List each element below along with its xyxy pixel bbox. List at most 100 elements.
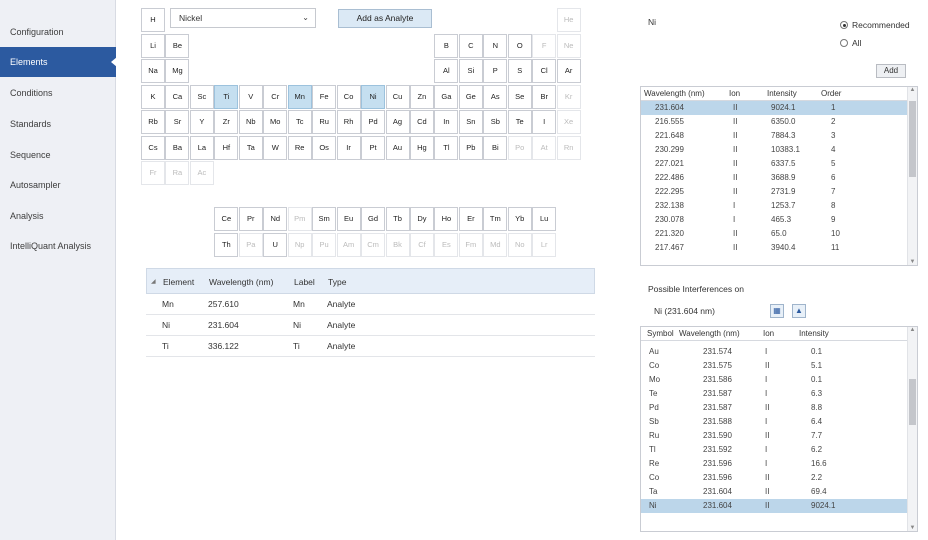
element-cell-sm[interactable]: Sm (312, 207, 337, 231)
element-cell-ag[interactable]: Ag (385, 110, 410, 134)
add-wavelength-button[interactable]: Add (876, 64, 906, 78)
element-cell-re[interactable]: Re (287, 135, 312, 160)
element-cell-co[interactable]: Co (336, 84, 361, 109)
spectrum-view-icon[interactable]: ▲ (792, 304, 806, 318)
element-cell-te[interactable]: Te (507, 110, 532, 134)
element-cell-sr[interactable]: Sr (165, 110, 190, 134)
element-cell-pt[interactable]: Pt (361, 135, 386, 160)
interference-row[interactable]: Pd 231.587 II 8.8 (641, 401, 917, 415)
element-cell-v[interactable]: V (238, 84, 263, 109)
interferences-list-scrollbar[interactable]: ▲ ▼ (907, 327, 917, 531)
column-header-element[interactable]: Element (163, 269, 194, 295)
element-cell-ti[interactable]: Ti (214, 84, 239, 109)
element-cell-se[interactable]: Se (507, 84, 532, 109)
column-header-ion[interactable]: Ion (763, 327, 774, 341)
column-header-ion[interactable]: Ion (729, 87, 740, 101)
table-row[interactable]: Ti 336.122 Ti Analyte (146, 336, 595, 357)
element-cell-c[interactable]: C (458, 33, 483, 58)
wavelength-row[interactable]: 217.467 II 3940.4 11 (641, 241, 917, 255)
table-view-icon[interactable]: ▦ (770, 304, 784, 318)
sidebar-item-autosampler[interactable]: Autosampler (0, 170, 116, 200)
element-cell-i[interactable]: I (532, 110, 557, 134)
element-cell-mn[interactable]: Mn (287, 84, 312, 109)
wavelength-row[interactable]: 216.555 II 6350.0 2 (641, 115, 917, 129)
element-cell-cl[interactable]: Cl (532, 59, 557, 83)
element-cell-cr[interactable]: Cr (263, 84, 288, 109)
column-header-order[interactable]: Order (821, 87, 841, 101)
element-cell-tc[interactable]: Tc (287, 110, 312, 134)
scroll-down-icon[interactable]: ▼ (908, 259, 917, 265)
element-cell-zn[interactable]: Zn (409, 84, 434, 109)
element-cell-s[interactable]: S (507, 59, 532, 83)
element-cell-pd[interactable]: Pd (361, 110, 386, 134)
element-cell-lu[interactable]: Lu (532, 207, 557, 231)
element-cell-nb[interactable]: Nb (238, 110, 263, 134)
element-cell-ge[interactable]: Ge (458, 84, 483, 109)
scroll-thumb[interactable] (909, 379, 916, 425)
column-header-intensity[interactable]: Intensity (767, 87, 797, 101)
column-header-wavelength[interactable]: Wavelength (nm) (679, 327, 740, 341)
column-header-symbol[interactable]: Symbol (647, 327, 674, 341)
element-cell-yb[interactable]: Yb (507, 207, 532, 231)
element-cell-tl[interactable]: Tl (434, 135, 459, 160)
element-cell-ca[interactable]: Ca (165, 84, 190, 109)
column-header-label[interactable]: Label (294, 269, 315, 295)
table-row[interactable]: Mn 257.610 Mn Analyte (146, 294, 595, 315)
element-cell-nd[interactable]: Nd (263, 207, 288, 231)
element-cell-pb[interactable]: Pb (458, 135, 483, 160)
interference-row[interactable]: Sb 231.588 I 6.4 (641, 415, 917, 429)
element-cell-si[interactable]: Si (458, 59, 483, 83)
interference-row[interactable]: Re 231.596 I 16.6 (641, 457, 917, 471)
element-cell-be[interactable]: Be (165, 33, 190, 58)
wavelength-row[interactable]: 222.295 II 2731.9 7 (641, 185, 917, 199)
element-cell-hg[interactable]: Hg (409, 135, 434, 160)
element-cell-bi[interactable]: Bi (483, 135, 508, 160)
element-select[interactable]: Nickel ⌄ (170, 8, 316, 28)
interference-row[interactable]: Co 231.575 II 5.1 (641, 359, 917, 373)
sidebar-item-conditions[interactable]: Conditions (0, 78, 116, 108)
wavelength-row[interactable]: 222.486 II 3688.9 6 (641, 171, 917, 185)
element-cell-al[interactable]: Al (434, 59, 459, 83)
element-cell-dy[interactable]: Dy (409, 207, 434, 231)
column-header-type[interactable]: Type (328, 269, 346, 295)
interference-row[interactable]: Au 231.574 I 0.1 (641, 345, 917, 359)
radio-all[interactable]: All (840, 38, 861, 48)
sidebar-item-analysis[interactable]: Analysis (0, 201, 116, 231)
column-header-wavelength[interactable]: Wavelength (nm) (644, 87, 705, 101)
wavelength-row[interactable]: 232.138 I 1253.7 8 (641, 199, 917, 213)
wavelength-row[interactable]: 221.648 II 7884.3 3 (641, 129, 917, 143)
element-cell-ga[interactable]: Ga (434, 84, 459, 109)
element-cell-ar[interactable]: Ar (556, 59, 581, 83)
element-cell-tb[interactable]: Tb (385, 207, 410, 231)
element-cell-sb[interactable]: Sb (483, 110, 508, 134)
element-cell-ni[interactable]: Ni (361, 84, 386, 109)
sidebar-item-standards[interactable]: Standards (0, 109, 116, 139)
scroll-up-icon[interactable]: ▲ (908, 327, 917, 333)
element-cell-b[interactable]: B (434, 33, 459, 58)
sidebar-item-configuration[interactable]: Configuration (0, 17, 116, 47)
interference-row[interactable]: Ta 231.604 II 69.4 (641, 485, 917, 499)
element-cell-cd[interactable]: Cd (409, 110, 434, 134)
scroll-down-icon[interactable]: ▼ (908, 525, 917, 531)
interference-row[interactable]: Mo 231.586 I 0.1 (641, 373, 917, 387)
element-cell-na[interactable]: Na (141, 59, 165, 83)
element-cell-os[interactable]: Os (312, 135, 337, 160)
element-cell-rh[interactable]: Rh (336, 110, 361, 134)
element-cell-rb[interactable]: Rb (141, 110, 165, 134)
element-cell-ho[interactable]: Ho (434, 207, 459, 231)
element-cell-ir[interactable]: Ir (336, 135, 361, 160)
wavelength-row[interactable]: 230.078 I 465.3 9 (641, 213, 917, 227)
element-cell-o[interactable]: O (507, 33, 532, 58)
wavelength-row[interactable]: 227.021 II 6337.5 5 (641, 157, 917, 171)
element-cell-sn[interactable]: Sn (458, 110, 483, 134)
radio-recommended[interactable]: Recommended (840, 20, 910, 30)
column-header-intensity[interactable]: Intensity (799, 327, 829, 341)
element-cell-la[interactable]: La (189, 135, 214, 160)
element-cell-cu[interactable]: Cu (385, 84, 410, 109)
element-cell-er[interactable]: Er (458, 207, 483, 231)
element-cell-n[interactable]: N (483, 33, 508, 58)
interference-row[interactable]: Ru 231.590 II 7.7 (641, 429, 917, 443)
interference-row[interactable]: Tl 231.592 I 6.2 (641, 443, 917, 457)
sidebar-item-sequence[interactable]: Sequence (0, 140, 116, 170)
element-cell-fe[interactable]: Fe (312, 84, 337, 109)
